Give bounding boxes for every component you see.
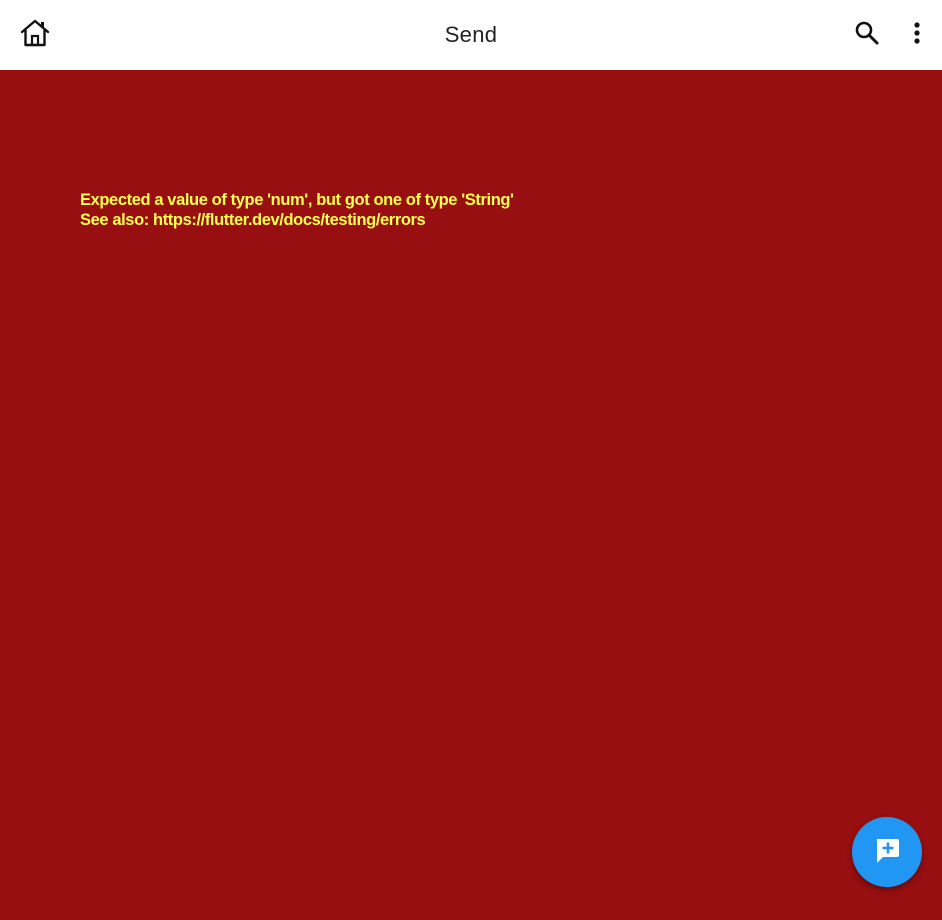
add-comment-icon xyxy=(871,834,903,871)
error-see-also: See also: https://flutter.dev/docs/testi… xyxy=(80,211,426,229)
search-icon xyxy=(853,19,881,52)
app-bar: Send xyxy=(0,0,942,70)
add-comment-fab[interactable] xyxy=(852,817,922,887)
app-screen: Send Expected a value of type 'num', but… xyxy=(0,0,942,920)
error-message-block: Expected a value of type 'num', but got … xyxy=(80,190,514,230)
error-message: Expected a value of type 'num', but got … xyxy=(80,191,514,209)
more-vert-icon xyxy=(912,19,922,52)
page-title: Send xyxy=(444,22,498,47)
search-button[interactable] xyxy=(846,14,888,56)
more-options-button[interactable] xyxy=(896,14,938,56)
